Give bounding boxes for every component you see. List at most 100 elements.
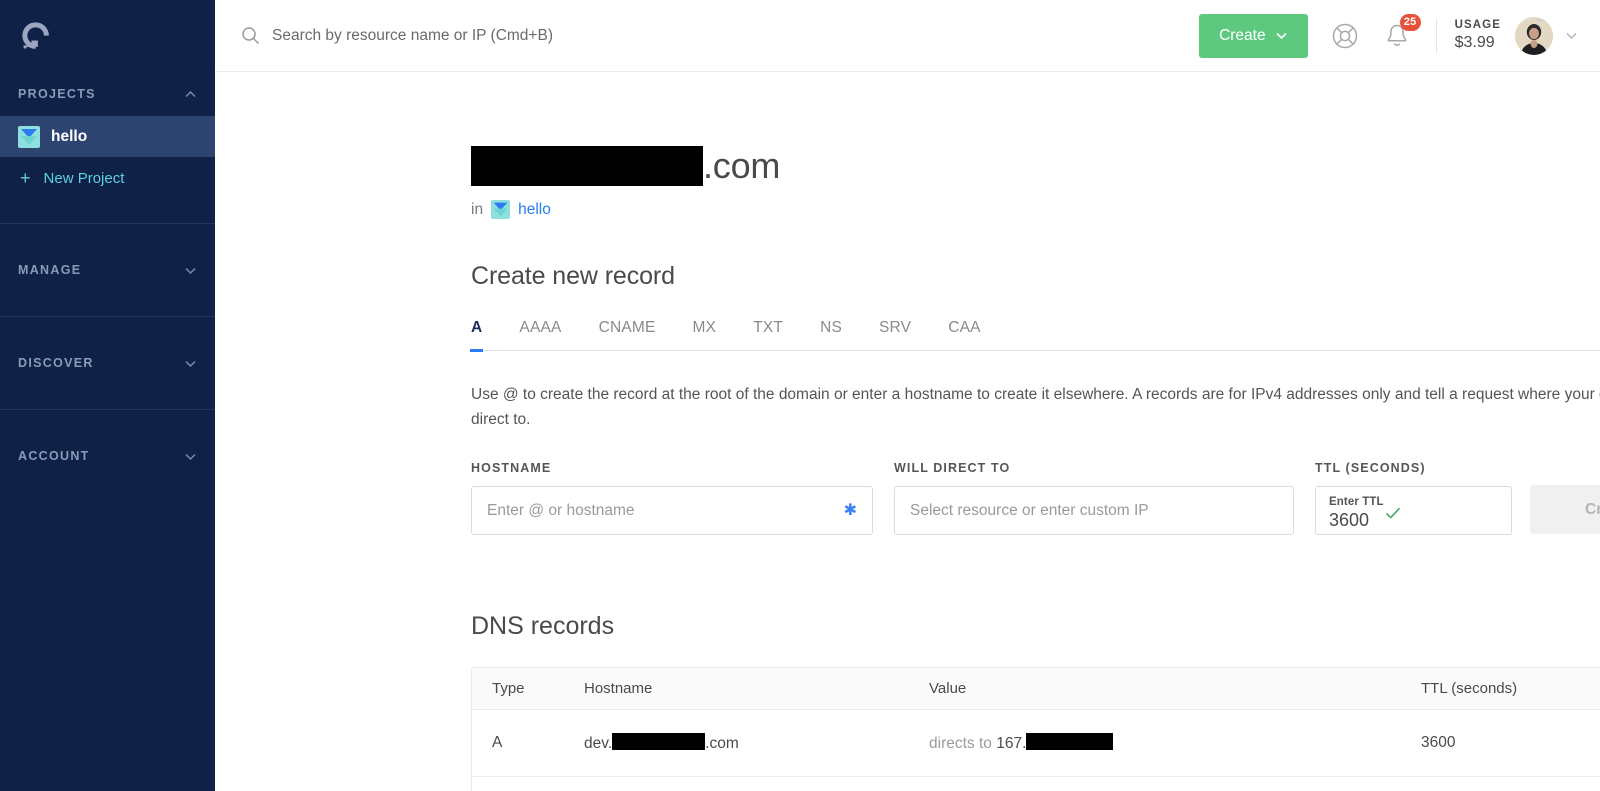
sidebar-item-project-hello[interactable]: hello: [0, 116, 215, 157]
sidebar-section-discover[interactable]: DISCOVER: [0, 341, 215, 385]
digitalocean-logo-icon: [18, 19, 52, 53]
cell-ttl: 3600: [1421, 734, 1456, 752]
usage-label: USAGE: [1454, 18, 1501, 31]
chevron-down-icon: [1275, 29, 1288, 42]
usage-amount: $3.99: [1454, 33, 1495, 51]
tab-a[interactable]: A: [469, 319, 484, 352]
create-record-button[interactable]: Create Record: [1530, 485, 1600, 535]
sidebar-project-label: hello: [51, 127, 88, 145]
check-icon: [1384, 504, 1402, 522]
notifications-button[interactable]: 25: [1382, 13, 1421, 51]
hostname-input[interactable]: Enter @ or hostname ✱: [471, 486, 873, 536]
search-input[interactable]: [272, 26, 832, 45]
top-header-bar: Create: [215, 0, 1600, 72]
create-button-label: Create: [1219, 26, 1266, 44]
sidebar-section-account[interactable]: ACCOUNT: [0, 434, 215, 478]
plus-icon: +: [20, 168, 31, 188]
help-button[interactable]: [1330, 21, 1360, 51]
ttl-field-group: TTL (SECONDS) Enter TTL 3600: [1315, 461, 1512, 536]
column-header-type: Type: [492, 680, 525, 698]
chevron-down-icon: [184, 450, 197, 463]
ttl-caption: Enter TTL: [1329, 496, 1384, 508]
dns-records-heading: DNS records: [471, 612, 615, 641]
hostname-placeholder: Enter @ or hostname: [487, 501, 635, 519]
sidebar-new-project-button[interactable]: + New Project: [0, 157, 215, 199]
redacted-ip: [1026, 733, 1114, 751]
will-direct-to-field-group: WILL DIRECT TO Select resource or enter …: [894, 461, 1294, 536]
global-search[interactable]: [241, 26, 1199, 45]
dns-records-table: Type Hostname Value TTL (seconds) A dev.…: [471, 667, 1600, 791]
chevron-down-icon: [184, 264, 197, 277]
page-title: .com: [471, 145, 1600, 187]
column-header-hostname: Hostname: [584, 680, 653, 698]
sidebar-section-projects[interactable]: PROJECTS: [0, 72, 215, 116]
chevron-up-icon: [184, 88, 197, 101]
will-direct-to-label: WILL DIRECT TO: [894, 461, 1011, 476]
ttl-label: TTL (SECONDS): [1315, 461, 1426, 476]
tab-mx[interactable]: MX: [693, 319, 717, 350]
sidebar: PROJECTS hello + New Project MANAGE DISC…: [0, 0, 215, 791]
record-description: Use @ to create the record at the root o…: [471, 386, 1600, 429]
tab-txt[interactable]: TXT: [753, 319, 783, 350]
hostname-field-group: HOSTNAME Enter @ or hostname ✱: [471, 461, 873, 536]
sidebar-section-discover-label: DISCOVER: [18, 356, 94, 370]
tab-srv[interactable]: SRV: [879, 319, 911, 350]
record-type-tabs: A AAAA CNAME MX TXT NS SRV CAA: [469, 319, 1600, 352]
tab-caa[interactable]: CAA: [948, 319, 980, 350]
lifebuoy-icon: [1331, 22, 1359, 50]
submit-group: Create Record: [1530, 461, 1600, 535]
tab-ns[interactable]: NS: [820, 319, 842, 350]
redacted-domain-name: [471, 146, 703, 186]
column-header-value: Value: [929, 680, 967, 698]
required-asterisk-icon: ✱: [843, 501, 857, 519]
usage-indicator[interactable]: USAGE $3.99: [1455, 18, 1501, 53]
cell-hostname: dev. .com: [584, 733, 929, 753]
digitalocean-logo-link[interactable]: [0, 0, 215, 72]
redacted-hostname: [612, 733, 706, 751]
ttl-value: 3600: [1329, 509, 1370, 530]
tab-cname[interactable]: CNAME: [599, 319, 656, 350]
header-divider: [1435, 18, 1437, 53]
table-row: [472, 777, 1600, 791]
tab-aaaa[interactable]: AAAA: [519, 319, 561, 350]
cell-value: directs to 167.: [929, 733, 1421, 753]
value-prefix: directs to: [929, 735, 997, 753]
page-content: .com in hello Create new record A AAAA C…: [215, 145, 1600, 791]
project-chevron-icon: [18, 125, 40, 148]
notification-badge: 25: [1399, 13, 1421, 31]
project-chevron-icon: [491, 200, 511, 219]
sidebar-section-projects-label: PROJECTS: [18, 87, 96, 101]
main-area: Create: [215, 0, 1600, 791]
will-direct-to-input[interactable]: Select resource or enter custom IP: [894, 486, 1294, 536]
column-header-ttl: TTL (seconds): [1421, 680, 1518, 698]
create-button[interactable]: Create: [1199, 13, 1308, 58]
avatar[interactable]: [1515, 16, 1553, 55]
cell-type: A: [492, 734, 503, 752]
create-record-heading: Create new record: [471, 262, 675, 290]
sidebar-new-project-label: New Project: [43, 169, 125, 187]
table-row: A dev..com directs to 167. 3600 More: [472, 710, 1600, 778]
search-icon: [241, 26, 260, 45]
domain-suffix: .com: [703, 145, 781, 186]
sidebar-section-manage[interactable]: MANAGE: [0, 248, 215, 292]
chevron-down-icon: [184, 357, 197, 370]
sidebar-section-account-label: ACCOUNT: [18, 449, 90, 463]
hostname-suffix: .com: [705, 735, 739, 753]
app-root: PROJECTS hello + New Project MANAGE DISC…: [0, 0, 1600, 791]
create-record-form: HOSTNAME Enter @ or hostname ✱ WILL DIRE…: [471, 461, 1600, 536]
ttl-input[interactable]: Enter TTL 3600: [1315, 486, 1512, 536]
value-ip-visible: 167.: [996, 735, 1027, 753]
account-menu-chevron[interactable]: [1553, 29, 1578, 42]
breadcrumb-project-link[interactable]: hello: [518, 201, 551, 219]
will-direct-to-placeholder: Select resource or enter custom IP: [910, 501, 1149, 519]
breadcrumb-in-label: in: [471, 200, 484, 218]
hostname-prefix: dev.: [584, 735, 613, 753]
table-header-row: Type Hostname Value TTL (seconds): [472, 668, 1600, 711]
sidebar-section-manage-label: MANAGE: [18, 263, 82, 277]
hostname-label: HOSTNAME: [471, 461, 552, 476]
